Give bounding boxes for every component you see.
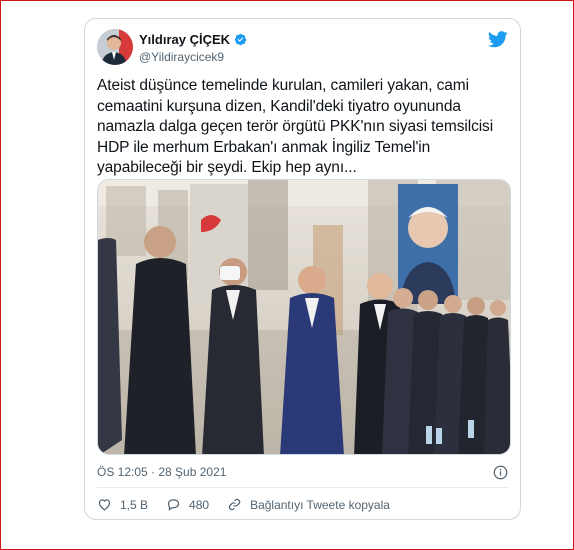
copy-link-label: Bağlantıyı Tweete kopyala bbox=[250, 497, 390, 512]
link-icon bbox=[228, 498, 241, 511]
copy-link-button[interactable]: Bağlantıyı Tweete kopyala bbox=[227, 497, 390, 512]
like-button[interactable]: 1,5 B bbox=[97, 497, 148, 512]
heart-icon bbox=[98, 499, 111, 511]
tweet-text: Ateist düşünce temelinde kurulan, camile… bbox=[97, 77, 494, 177]
reply-button[interactable]: 480 bbox=[166, 497, 209, 512]
tweet-timestamp[interactable]: ÖS 12:05 · 28 Şub 2021 bbox=[97, 465, 226, 479]
reply-count: 480 bbox=[189, 497, 210, 512]
verified-badge-icon bbox=[234, 33, 247, 46]
tweet-photo[interactable] bbox=[97, 179, 511, 455]
tweet-card: Yıldıray ÇİÇEK @Yildiraycicek9 Ateist dü… bbox=[84, 18, 521, 520]
info-icon[interactable] bbox=[493, 465, 508, 480]
photo-image bbox=[98, 180, 510, 454]
like-count: 1,5 B bbox=[120, 497, 149, 512]
handle[interactable]: @Yildiraycicek9 bbox=[139, 50, 224, 64]
twitter-bird-icon[interactable] bbox=[488, 31, 508, 48]
display-name[interactable]: Yıldıray ÇİÇEK bbox=[139, 32, 247, 47]
display-name-text[interactable]: Yıldıray ÇİÇEK bbox=[139, 32, 230, 47]
divider bbox=[97, 487, 508, 488]
avatar-image bbox=[97, 29, 133, 65]
reply-bubble-icon bbox=[167, 499, 180, 511]
avatar[interactable] bbox=[97, 29, 133, 65]
action-bar: 1,5 B 480 Bağlantıyı Tweete kopyala bbox=[97, 497, 408, 512]
